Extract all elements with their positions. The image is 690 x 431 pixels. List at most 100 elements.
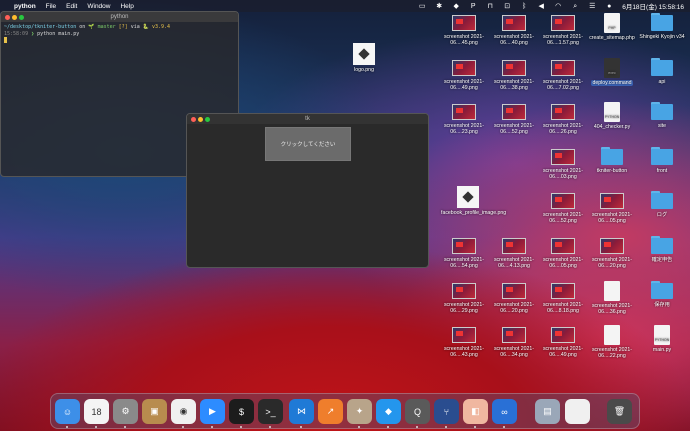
dock-sublime-icon[interactable]: ◧ [463, 399, 488, 424]
desktop-file[interactable]: PYTHON main.py [635, 325, 689, 353]
click-me-button[interactable]: クリックしてください [265, 127, 351, 161]
desktop-folder[interactable]: 保存用 [635, 281, 689, 308]
desktop-file[interactable]: screenshot 2021-06....54.png [437, 236, 491, 269]
file-label: front [656, 168, 668, 174]
desktop-file[interactable]: screenshot 2021-06....40.png [487, 13, 541, 46]
minimize-icon[interactable] [198, 116, 203, 122]
search-icon[interactable]: ⌕ [571, 3, 579, 10]
dock-contacts-icon[interactable]: ▣ [142, 399, 167, 424]
desktop-file[interactable]: screenshot 2021-06....45.png [437, 13, 491, 46]
file-label: api [658, 79, 666, 85]
dock-quicktime-icon[interactable]: Q [405, 399, 430, 424]
dock-infinity-icon[interactable]: ∞ [492, 399, 517, 424]
desktop-file[interactable]: exec deploy.command [585, 58, 639, 86]
menu-app-name[interactable]: python [14, 3, 36, 10]
display-icon[interactable]: ▭ [418, 3, 426, 10]
desktop-file[interactable]: screenshot 2021-06....20.png [585, 236, 639, 269]
file-label: screenshot 2021-06....54.png [443, 257, 485, 269]
text-file-icon [604, 281, 620, 301]
desktop-file[interactable]: screenshot 2021-06....4.13.png [487, 236, 541, 269]
desktop-folder[interactable]: api [635, 58, 689, 85]
wifi-icon[interactable]: ◠ [554, 3, 562, 10]
zoom-icon[interactable] [19, 14, 24, 20]
desktop-file[interactable]: screenshot 2021-06....03.png [536, 147, 590, 180]
desktop-folder[interactable]: Shingeki Kyojin v34 [635, 13, 689, 40]
disk-icon[interactable]: ⊡ [503, 3, 511, 10]
desktop-file[interactable]: screenshot 2021-06....7.02.png [536, 58, 590, 91]
dock-preview-icon[interactable]: ▤ [535, 399, 560, 424]
dock-document-icon[interactable] [565, 399, 590, 424]
volume-icon[interactable]: ◀ [537, 3, 545, 10]
dock-calendar-icon[interactable]: 18 [84, 399, 109, 424]
dock-tableplus-icon[interactable]: ↗ [318, 399, 343, 424]
php-file-icon: PHP [604, 13, 620, 33]
dock-vscode-icon[interactable]: ⋈ [289, 399, 314, 424]
file-label: ログ [656, 212, 668, 218]
terminal-output[interactable]: ~/desktop/tkniter-button on 🌱 master [?]… [1, 22, 238, 48]
dropbox-icon[interactable]: ◆ [452, 3, 460, 10]
desktop-folder[interactable]: 確定申告 [635, 236, 689, 263]
desktop-file[interactable]: screenshot 2021-06....05.png [585, 191, 639, 224]
file-label: screenshot 2021-06....20.png [493, 302, 535, 314]
desktop-file[interactable]: screenshot 2021-06....38.png [487, 58, 541, 91]
vpn-icon[interactable]: ⊓ [486, 3, 494, 10]
desktop-file[interactable]: screenshot 2021-06....29.png [437, 281, 491, 314]
desktop-folder[interactable]: ログ [635, 191, 689, 218]
menu-edit[interactable]: Edit [66, 3, 77, 10]
desktop-file[interactable]: PHP create_sitemap.php [585, 13, 639, 41]
desktop-file[interactable]: screenshot 2021-06....49.png [536, 325, 590, 358]
tk-window[interactable]: tk クリックしてください [186, 113, 429, 268]
desktop-file[interactable]: screenshot 2021-06....05.png [536, 236, 590, 269]
siri-icon[interactable]: ● [605, 3, 613, 10]
dock-chrome-icon[interactable]: ◉ [171, 399, 196, 424]
desktop-file[interactable]: screenshot 2021-06....36.png [585, 281, 639, 315]
menu-clock[interactable]: 6月18日(金) 15:58:16 [622, 1, 684, 11]
prompt-arrow-icon: ❯ [31, 30, 35, 37]
desktop-file[interactable]: screenshot 2021-06....52.png [536, 191, 590, 224]
folder-icon [651, 58, 673, 76]
bluetooth-icon[interactable]: ✱ [435, 3, 443, 10]
dock-docker-icon[interactable]: ◆ [376, 399, 401, 424]
close-icon[interactable] [5, 14, 10, 20]
tk-titlebar[interactable]: tk [187, 114, 428, 124]
menu-window[interactable]: Window [87, 3, 110, 10]
desktop-file[interactable]: screenshot 2021-06....23.png [437, 102, 491, 135]
bluetooth-icon[interactable]: ᛒ [520, 3, 528, 10]
desktop-folder[interactable]: front [635, 147, 689, 174]
zoom-icon[interactable] [205, 116, 210, 122]
desktop-file-facebook[interactable]: facebook_profile_image.png [441, 186, 507, 216]
desktop-folder[interactable]: tkniter-button [585, 147, 639, 174]
file-label: screenshot 2021-06....43.png [443, 346, 485, 358]
desktop-file[interactable]: screenshot 2021-06....20.png [487, 281, 541, 314]
control-center-icon[interactable]: ☰ [588, 3, 596, 10]
dock-finder-icon[interactable]: ☺ [55, 399, 80, 424]
desktop-file[interactable]: screenshot 2021-06....43.png [437, 325, 491, 358]
menu-help[interactable]: Help [120, 3, 133, 10]
desktop-file[interactable]: screenshot 2021-06....52.png [487, 102, 541, 135]
running-indicator [474, 426, 476, 428]
desktop-file[interactable]: screenshot 2021-06....34.png [487, 325, 541, 358]
terminal-titlebar[interactable]: python [1, 12, 238, 22]
dock-iterm-icon[interactable]: $ [229, 399, 254, 424]
dock-trash-icon[interactable]: 🗑 [607, 399, 632, 424]
file-label: facebook_profile_image.png [441, 210, 507, 216]
close-icon[interactable] [191, 116, 196, 122]
desktop-file[interactable]: PYTHON 404_checker.py [585, 102, 639, 130]
dock-zoom-icon[interactable]: ▶ [200, 399, 225, 424]
desktop-file[interactable]: screenshot 2021-06....1.57.png [536, 13, 590, 46]
dock-terminal-icon[interactable]: >_ [258, 399, 283, 424]
desktop-file[interactable]: screenshot 2021-06....49.png [437, 58, 491, 91]
menu-file[interactable]: File [46, 3, 56, 10]
desktop-file[interactable]: screenshot 2021-06....26.png [536, 102, 590, 135]
minimize-icon[interactable] [12, 14, 17, 20]
dock-system-preferences-icon[interactable]: ⚙ [113, 399, 138, 424]
desktop-file-logo[interactable]: logo.png [337, 43, 391, 73]
desktop-folder[interactable]: site [635, 102, 689, 129]
desktop-file[interactable]: screenshot 2021-06....8.18.png [536, 281, 590, 314]
desktop-file[interactable]: screenshot 2021-06....22.png [585, 325, 639, 359]
prompt-via: via [130, 24, 140, 30]
file-label: screenshot 2021-06....49.png [443, 79, 485, 91]
dock-sourcetree-icon[interactable]: ⑂ [434, 399, 459, 424]
dock-python-launcher-icon[interactable]: ✦ [347, 399, 372, 424]
p-icon[interactable]: P [469, 3, 477, 10]
